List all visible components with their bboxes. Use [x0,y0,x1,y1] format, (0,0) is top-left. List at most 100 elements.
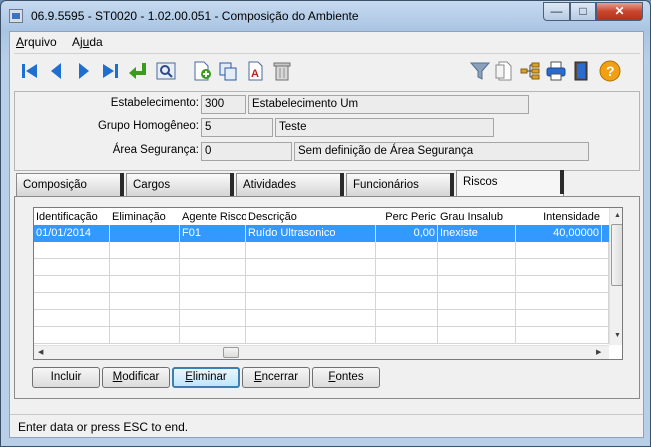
filter-icon[interactable] [468,58,492,84]
horizontal-scrollbar[interactable]: ◀ ▶ [34,345,609,359]
table-row[interactable] [34,259,609,276]
grupo-homogeneo-code-field[interactable]: 5 [201,118,273,137]
col-grau-insalub[interactable]: Grau Insalub [438,209,516,226]
new-document-icon[interactable] [190,58,214,84]
empty-cell [376,276,438,293]
menu-ajuda[interactable]: Ajuda [72,35,103,49]
exit-icon[interactable] [570,58,594,84]
last-record-icon[interactable] [98,58,122,84]
empty-cell [180,276,246,293]
grupo-homogeneo-label: Grupo Homogêneo: [97,120,199,132]
empty-cell [34,242,110,259]
title-bar[interactable]: 06.9.5595 - ST0020 - 1.02.00.051 - Compo… [1,1,650,31]
copy-icon[interactable] [216,58,240,84]
tab-composicao[interactable]: Composição [16,173,124,197]
scroll-left-icon[interactable]: ◀ [38,348,43,356]
estabelecimento-code-field[interactable]: 300 [201,95,246,114]
empty-cell [34,327,110,344]
tree-icon[interactable] [518,58,542,84]
col-agente-risco[interactable]: Agente Risco [180,209,246,226]
area-seguranca-desc-field: Sem definição de Área Segurança [294,142,589,161]
modificar-button[interactable]: Modificar [102,367,170,388]
empty-cell [246,242,376,259]
empty-cell [516,327,609,344]
app-icon[interactable] [9,9,23,23]
tab-cargos[interactable]: Cargos [126,173,234,197]
riscos-grid[interactable]: Identificação Eliminação Agente Risco De… [33,207,623,360]
delete-icon[interactable] [270,58,294,84]
empty-cell [516,310,609,327]
first-record-icon[interactable] [18,58,42,84]
empty-cell [34,310,110,327]
empty-cell [438,259,516,276]
application-window: 06.9.5595 - ST0020 - 1.02.00.051 - Compo… [0,0,651,447]
empty-cell [180,327,246,344]
table-row[interactable] [34,327,609,344]
cell-perc-peric: 0,00 [376,225,438,242]
scroll-right-icon[interactable]: ▶ [596,348,601,356]
col-intensidade[interactable]: Intensidade [516,209,602,226]
empty-cell [438,242,516,259]
col-eliminacao[interactable]: Eliminação [110,209,180,226]
empty-cell [34,259,110,276]
empty-cell [110,327,180,344]
col-descricao[interactable]: Descrição [246,209,376,226]
encerrar-button[interactable]: Encerrar [242,367,310,388]
svg-text:A: A [251,68,259,80]
status-bar: Enter data or press ESC to end. [10,414,643,437]
incluir-button[interactable]: Incluir [32,367,100,388]
table-row[interactable] [34,293,609,310]
menu-arquivo[interactable]: Arquivo [16,35,57,49]
col-identificacao[interactable]: Identificação [34,209,110,226]
empty-cell [110,242,180,259]
scroll-down-icon[interactable]: ▼ [614,332,621,339]
return-icon[interactable] [126,58,150,84]
table-row[interactable]: 01/01/2014 F01 Ruído Ultrasonico 0,00 In… [34,225,609,242]
empty-cell [180,293,246,310]
status-text: Enter data or press ESC to end. [18,420,189,434]
empty-cell [516,242,609,259]
empty-cell [438,327,516,344]
table-row[interactable] [34,276,609,293]
vertical-scroll-thumb[interactable] [611,224,622,286]
empty-cell [34,276,110,293]
previous-record-icon[interactable] [44,58,68,84]
horizontal-scroll-thumb[interactable] [223,347,239,358]
edit-text-icon[interactable]: A [244,58,268,84]
fontes-button[interactable]: Fontes [312,367,380,388]
empty-cell [516,293,609,310]
scroll-up-icon[interactable]: ▲ [614,212,621,219]
menu-bar: Arquivo Ajuda [10,32,643,52]
empty-cell [376,310,438,327]
window-title: 06.9.5595 - ST0020 - 1.02.00.051 - Compo… [31,9,359,23]
area-seguranca-code-field[interactable]: 0 [201,142,292,161]
empty-cell [110,310,180,327]
empty-cell [376,327,438,344]
tab-funcionarios[interactable]: Funcionários [346,173,454,197]
grid-header: Identificação Eliminação Agente Risco De… [34,208,609,225]
empty-cell [516,276,609,293]
next-record-icon[interactable] [72,58,96,84]
table-row[interactable] [34,310,609,327]
maximize-button[interactable]: □ [570,2,596,21]
table-row[interactable] [34,242,609,259]
tab-atividades[interactable]: Atividades [236,173,344,197]
eliminar-button[interactable]: Eliminar [172,367,240,388]
search-icon[interactable] [154,58,178,84]
col-perc-peric[interactable]: Perc Peric [376,209,438,226]
empty-cell [246,293,376,310]
empty-cell [246,259,376,276]
print-icon[interactable] [544,58,568,84]
cell-identificacao: 01/01/2014 [34,225,110,242]
close-button[interactable]: ✕ [596,2,643,21]
documents-icon[interactable] [492,58,516,84]
minimize-button[interactable]: — [543,2,570,21]
empty-cell [438,293,516,310]
help-icon[interactable]: ? [598,58,622,84]
cell-grau-insalub: Inexiste [438,225,516,242]
tab-riscos[interactable]: Riscos [456,170,564,198]
empty-cell [110,259,180,276]
vertical-scrollbar[interactable]: ▲ ▼ [609,208,622,345]
empty-cell [438,276,516,293]
empty-cell [246,310,376,327]
